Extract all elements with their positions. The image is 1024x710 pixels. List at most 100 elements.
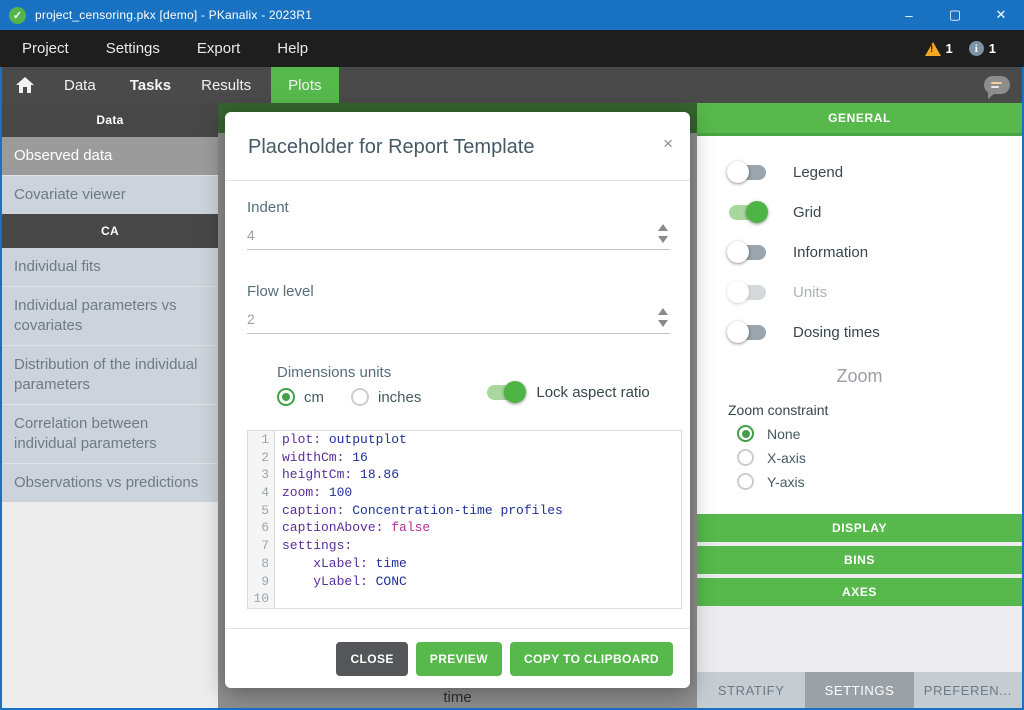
- line-number: 5: [248, 502, 275, 520]
- legend-toggle[interactable]: [729, 165, 766, 180]
- template-code-editor[interactable]: 1plot: outputplot 2widthCm: 16 3heightCm…: [247, 430, 682, 609]
- sidebar-item-observed-data[interactable]: Observed data: [2, 137, 218, 175]
- tab-tasks[interactable]: Tasks: [126, 67, 175, 103]
- radio-none[interactable]: [737, 425, 754, 442]
- bins-section-header[interactable]: BINS: [697, 546, 1022, 574]
- grid-toggle-row: Grid: [697, 192, 1022, 232]
- window-title: project_censoring.pkx [demo] - PKanalix …: [35, 8, 312, 22]
- line-number: 1: [248, 431, 275, 449]
- dialog-header: Placeholder for Report Template ×: [225, 112, 690, 181]
- info-icon: i: [969, 41, 984, 56]
- window-controls: – ▢ ✕: [886, 0, 1024, 30]
- indent-input[interactable]: 4: [247, 224, 670, 250]
- line-number: 3: [248, 466, 275, 484]
- lock-aspect-ratio-row: Lock aspect ratio: [487, 384, 649, 401]
- code-line: 3heightCm: 18.86: [248, 466, 681, 484]
- menu-help[interactable]: Help: [277, 40, 308, 57]
- sidebar-item-distribution-indiv-params[interactable]: Distribution of the individual parameter…: [2, 345, 218, 404]
- code-text: plot: outputplot: [275, 431, 407, 449]
- plot-x-axis-label: time: [218, 689, 697, 706]
- information-toggle[interactable]: [729, 245, 766, 260]
- legend-toggle-row: Legend: [697, 152, 1022, 192]
- dosing-times-toggle-row: Dosing times: [697, 312, 1022, 352]
- flow-level-field-group: Flow level 2: [247, 283, 674, 334]
- stepper-up-icon[interactable]: [658, 224, 668, 231]
- status-icons: 1 i 1: [925, 41, 996, 56]
- toggle-knob: [727, 321, 749, 343]
- flow-level-input[interactable]: 2: [247, 308, 670, 334]
- home-icon[interactable]: [16, 77, 34, 93]
- code-line: 10: [248, 590, 681, 608]
- lock-aspect-ratio-label: Lock aspect ratio: [536, 384, 649, 401]
- tab-preferences[interactable]: PREFEREN...: [914, 672, 1022, 708]
- sidebar-item-correlation-indiv-params[interactable]: Correlation between individual parameter…: [2, 404, 218, 463]
- sidebar-item-covariate-viewer[interactable]: Covariate viewer: [2, 175, 218, 214]
- tab-stratify[interactable]: STRATIFY: [697, 672, 805, 708]
- axes-section-header[interactable]: AXES: [697, 578, 1022, 606]
- zoom-constraint-yaxis-row: Y-axis: [697, 473, 1022, 490]
- menu-export[interactable]: Export: [197, 40, 240, 57]
- line-number: 9: [248, 573, 275, 591]
- stepper-down-icon[interactable]: [658, 320, 668, 327]
- code-text: settings:: [275, 537, 352, 555]
- dialog-close-icon[interactable]: ×: [663, 134, 673, 154]
- sidebar-item-observations-vs-predictions[interactable]: Observations vs predictions: [2, 463, 218, 502]
- stepper-down-icon[interactable]: [658, 236, 668, 243]
- indent-stepper[interactable]: [658, 224, 668, 243]
- radio-y-axis[interactable]: [737, 473, 754, 490]
- sidebar-section-data: Data: [2, 103, 218, 137]
- main-tab-bar: Data Tasks Results Plots: [2, 67, 1022, 103]
- menu-project[interactable]: Project: [22, 40, 69, 57]
- dosing-times-toggle[interactable]: [729, 325, 766, 340]
- panel-bottom-tabs: STRATIFY SETTINGS PREFEREN...: [697, 672, 1022, 708]
- zoom-constraint-xaxis-row: X-axis: [697, 449, 1022, 466]
- flow-level-stepper[interactable]: [658, 308, 668, 327]
- sidebar-section-ca: CA: [2, 214, 218, 248]
- general-section-header[interactable]: GENERAL: [697, 103, 1022, 136]
- warning-status[interactable]: 1: [925, 41, 953, 56]
- tab-data[interactable]: Data: [60, 67, 100, 103]
- preview-button[interactable]: PREVIEW: [416, 642, 502, 676]
- code-line: 6captionAbove: false: [248, 519, 681, 537]
- maximize-button[interactable]: ▢: [932, 0, 978, 30]
- zoom-constraint-none-row: None: [697, 425, 1022, 442]
- flow-level-label: Flow level: [247, 283, 674, 300]
- lock-aspect-ratio-toggle[interactable]: [487, 385, 524, 400]
- radio-inches[interactable]: [351, 388, 369, 406]
- grid-toggle[interactable]: [729, 205, 766, 220]
- comment-bubble-icon[interactable]: [984, 76, 1010, 94]
- sidebar-item-indiv-params-vs-covariates[interactable]: Individual parameters vs covariates: [2, 286, 218, 345]
- dimensions-units-block: Dimensions units cm inches: [277, 364, 439, 406]
- toggle-knob: [727, 281, 749, 303]
- code-text: widthCm: 16: [275, 449, 368, 467]
- tab-settings-active[interactable]: SETTINGS: [805, 672, 913, 708]
- info-status[interactable]: i 1: [969, 41, 996, 56]
- copy-to-clipboard-button[interactable]: COPY TO CLIPBOARD: [510, 642, 673, 676]
- radio-none-label: None: [767, 426, 800, 442]
- stepper-up-icon[interactable]: [658, 308, 668, 315]
- menu-settings[interactable]: Settings: [106, 40, 160, 57]
- dimensions-units-label: Dimensions units: [277, 364, 439, 381]
- app-window: ✓ project_censoring.pkx [demo] - PKanali…: [0, 0, 1024, 710]
- code-text: [275, 590, 282, 608]
- dialog-body: Indent 4 Flow level: [225, 181, 690, 628]
- radio-cm[interactable]: [277, 388, 295, 406]
- close-button[interactable]: ✕: [978, 0, 1024, 30]
- units-toggle-row: Units: [697, 272, 1022, 312]
- code-line: 2widthCm: 16: [248, 449, 681, 467]
- close-dialog-button[interactable]: CLOSE: [336, 642, 407, 676]
- minimize-button[interactable]: –: [886, 0, 932, 30]
- toggle-knob: [746, 201, 768, 223]
- radio-x-axis[interactable]: [737, 449, 754, 466]
- sidebar-item-individual-fits[interactable]: Individual fits: [2, 248, 218, 286]
- code-text: heightCm: 18.86: [275, 466, 399, 484]
- tab-results[interactable]: Results: [197, 67, 255, 103]
- settings-panel: GENERAL Legend Grid Information: [697, 103, 1022, 708]
- info-count: 1: [989, 41, 996, 56]
- tab-plots-active[interactable]: Plots: [271, 67, 338, 103]
- title-bar: ✓ project_censoring.pkx [demo] - PKanali…: [0, 0, 1024, 30]
- display-section-header[interactable]: DISPLAY: [697, 514, 1022, 542]
- grid-label: Grid: [793, 204, 821, 221]
- units-radio-group: cm inches: [277, 388, 439, 406]
- warning-icon: [925, 42, 941, 56]
